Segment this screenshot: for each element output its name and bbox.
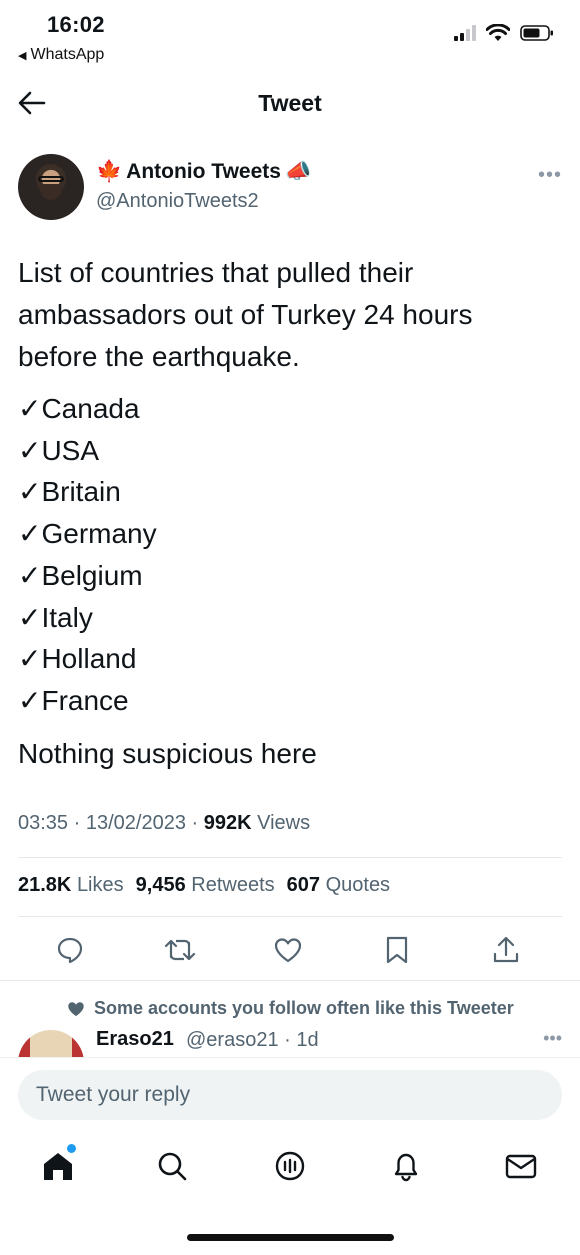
more-options-icon[interactable]: ••• [538, 164, 562, 187]
notification-dot [67, 1144, 76, 1153]
wifi-icon [486, 24, 510, 41]
nav-bar: Tweet [0, 72, 580, 134]
bell-icon [394, 1153, 418, 1182]
reply-author-name[interactable]: Eraso21 [96, 1028, 174, 1051]
back-to-app-link[interactable]: ◀ WhatsApp [18, 46, 104, 64]
bookmark-button[interactable] [377, 930, 417, 970]
retweet-icon [164, 939, 196, 961]
tweet-body: List of countries that pulled their amba… [18, 252, 558, 775]
status-bar: 16:02 ◀ WhatsApp [0, 0, 580, 72]
country-item: ✓Germany [18, 518, 157, 550]
country-list: ✓Canada ✓USA ✓Britain ✓Germany ✓Belgium … [18, 388, 558, 722]
likes-label: Likes [76, 874, 124, 896]
country-item: ✓Canada [18, 393, 140, 424]
reply-input[interactable] [18, 1070, 562, 1120]
quotes-count: 607 [286, 874, 321, 896]
mail-icon [505, 1154, 537, 1179]
likes-count: 21.8K [18, 874, 72, 896]
avatar-glasses [38, 176, 64, 182]
bookmark-icon [386, 936, 408, 964]
maple-leaf-emoji: 🍁 [96, 160, 123, 183]
share-button[interactable] [486, 930, 526, 970]
tweet-time: 03:35 [18, 812, 69, 834]
author-display-name[interactable]: 🍁 Antonio Tweets 📣 [96, 160, 311, 184]
tab-messages[interactable] [499, 1144, 543, 1188]
retweets-stat[interactable]: 9,456 Retweets [136, 874, 275, 897]
reply-button[interactable] [50, 930, 90, 970]
views-stat[interactable]: 992K Views [204, 812, 310, 834]
tab-search[interactable] [150, 1144, 194, 1188]
divider [18, 916, 562, 917]
tweet-closing-text: Nothing suspicious here [18, 737, 317, 769]
reply-more-options-icon[interactable]: ••• [543, 1028, 562, 1049]
tweet-actions [0, 930, 580, 970]
reply-icon [57, 937, 83, 964]
home-indicator[interactable] [187, 1234, 394, 1241]
divider [0, 980, 580, 981]
country-item: ✓Holland [18, 643, 137, 675]
status-icons [454, 24, 554, 42]
tab-bar [0, 1144, 580, 1194]
tweet-meta: 03:35 · 13/02/2023 · 992K Views [18, 812, 311, 834]
search-icon [158, 1152, 187, 1181]
reply-preview[interactable]: Eraso21 @eraso21 · 1d ••• [0, 1026, 580, 1058]
back-app-label: WhatsApp [30, 46, 105, 63]
author-name-text: Antonio Tweets [126, 160, 281, 183]
country-item: ✓Belgium [18, 559, 143, 591]
social-context: Some accounts you follow often like this… [66, 998, 514, 1019]
back-triangle-icon: ◀ [18, 49, 27, 62]
megaphone-emoji: 📣 [284, 160, 312, 183]
reply-avatar[interactable] [18, 1030, 84, 1058]
social-context-text: Some accounts you follow often like this… [94, 998, 514, 1018]
tab-notifications[interactable] [384, 1144, 428, 1188]
likes-stat[interactable]: 21.8K Likes [18, 874, 124, 897]
tab-home[interactable] [36, 1144, 80, 1188]
retweets-label: Retweets [191, 874, 275, 896]
tweet-intro-text: List of countries that pulled their amba… [18, 257, 473, 372]
author-avatar[interactable] [18, 154, 84, 220]
spaces-icon [275, 1151, 305, 1181]
battery-icon [520, 25, 553, 41]
tweet-date: 13/02/2023 [85, 812, 186, 834]
engagement-stats: 21.8K Likes 9,456 Retweets 607 Quotes [18, 874, 390, 897]
quotes-stat[interactable]: 607 Quotes [287, 874, 390, 897]
tab-spaces[interactable] [268, 1144, 312, 1188]
heart-icon [274, 938, 302, 963]
country-item: ✓France [18, 684, 129, 716]
avatar-beard [40, 184, 62, 200]
country-item: ✓Britain [18, 476, 121, 508]
retweet-button[interactable] [160, 930, 200, 970]
tweet-author-header: 🍁 Antonio Tweets 📣 @AntonioTweets2 ••• [0, 150, 580, 230]
like-button[interactable] [268, 930, 308, 970]
divider [18, 857, 562, 858]
country-item: ✓USA [18, 434, 100, 466]
share-icon [493, 936, 519, 963]
heart-filled-icon [68, 1001, 84, 1016]
home-icon [44, 1153, 72, 1180]
status-time: 16:02 [47, 12, 105, 37]
retweets-count: 9,456 [135, 874, 186, 896]
author-handle[interactable]: @AntonioTweets2 [96, 190, 259, 213]
views-count: 992K [203, 812, 252, 834]
cell-signal-icon [454, 25, 476, 41]
reply-handle-time: @eraso21 · 1d [186, 1029, 319, 1051]
country-item: ✓Italy [18, 601, 93, 633]
views-label: Views [257, 812, 311, 834]
quotes-label: Quotes [325, 874, 391, 896]
page-title: Tweet [258, 90, 322, 116]
